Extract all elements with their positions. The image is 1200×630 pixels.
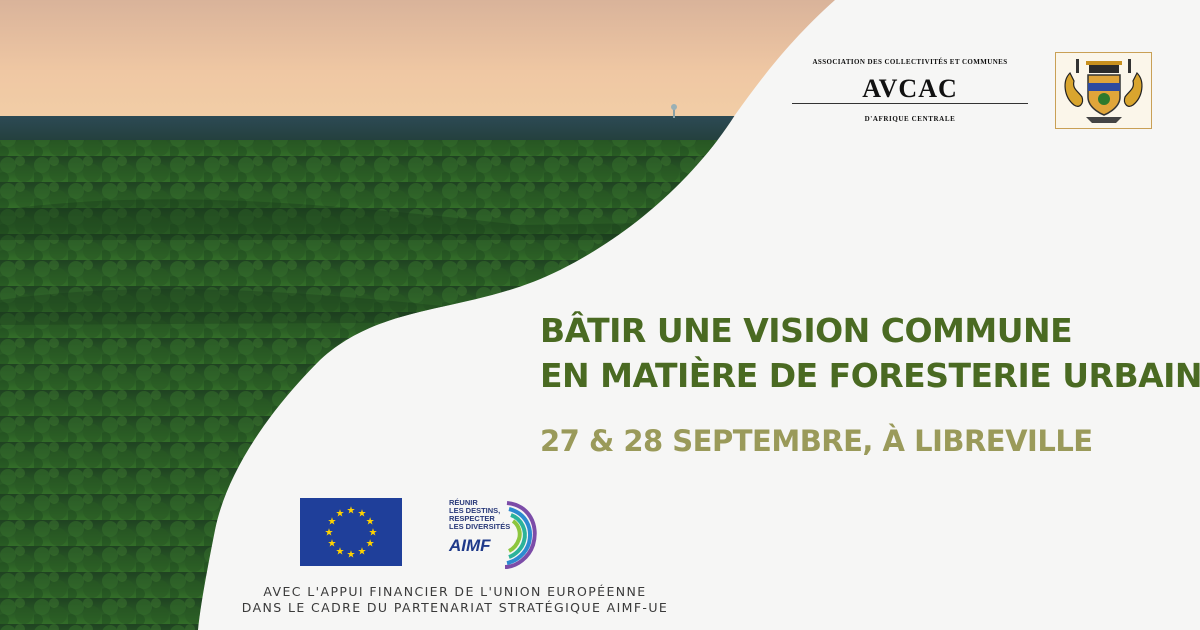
eu-star: ★: [358, 547, 367, 558]
aimf-tagline-4: LES DIVERSITÉS: [449, 522, 510, 531]
divider: [792, 103, 1028, 104]
event-title: BÂTIR UNE VISION COMMUNE EN MATIÈRE DE F…: [540, 308, 1200, 398]
eu-flag-icon: ★ ★ ★ ★ ★ ★ ★ ★ ★ ★ ★ ★: [300, 498, 402, 566]
event-title-line-1: BÂTIR UNE VISION COMMUNE: [540, 311, 1073, 350]
coat-of-arms-icon: [1055, 52, 1152, 129]
eu-star: ★: [325, 528, 334, 539]
funding-note-line-2: DANS LE CADRE DU PARTENARIAT STRATÉGIQUE…: [241, 600, 669, 615]
funding-note-line-1: AVEC L'APPUI FINANCIER DE L'UNION EUROPÉ…: [263, 584, 647, 599]
eu-star: ★: [366, 539, 375, 550]
event-title-line-2: EN MATIÈRE DE FORESTERIE URBAINE: [540, 356, 1200, 395]
eu-star: ★: [369, 528, 378, 539]
aimf-logo-icon: RÉUNIR LES DESTINS, RESPECTER LES DIVERS…: [447, 495, 543, 571]
event-date-location: 27 & 28 SEPTEMBRE, À LIBREVILLE: [540, 424, 1093, 458]
banner: ASSOCIATION DES COLLECTIVITÉS ET COMMUNE…: [0, 0, 1200, 630]
eu-star: ★: [336, 547, 345, 558]
funding-note: AVEC L'APPUI FINANCIER DE L'UNION EUROPÉ…: [205, 584, 705, 616]
association-subtitle: ASSOCIATION DES COLLECTIVITÉS ET COMMUNE…: [812, 58, 1008, 66]
eu-star: ★: [347, 506, 356, 517]
eu-star: ★: [327, 539, 336, 550]
association-region: D'AFRIQUE CENTRALE: [864, 115, 956, 123]
eu-star: ★: [347, 550, 356, 561]
eu-star: ★: [336, 508, 345, 519]
association-name: AVCAC: [862, 74, 958, 103]
aimf-name: AIMF: [448, 536, 491, 555]
eu-star: ★: [366, 517, 375, 528]
